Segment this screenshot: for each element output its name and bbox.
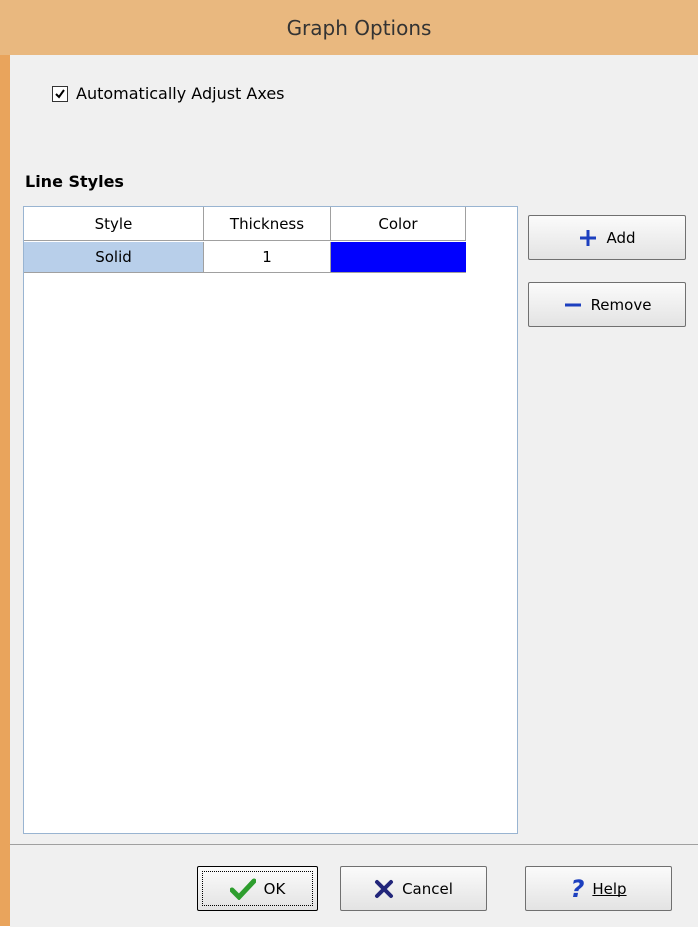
- help-button-label: Help: [592, 879, 627, 898]
- column-header-color[interactable]: Color: [331, 207, 466, 241]
- help-button[interactable]: ? Help: [525, 866, 672, 911]
- dialog-window: Graph Options Automatically Adjust Axes …: [0, 0, 698, 927]
- ok-button[interactable]: OK: [197, 866, 318, 911]
- cancel-button[interactable]: Cancel: [340, 866, 487, 911]
- x-icon: [374, 879, 394, 899]
- add-button-label: Add: [606, 228, 636, 247]
- cancel-button-label: Cancel: [402, 879, 453, 898]
- dialog-client-area: Automatically Adjust Axes Line Styles St…: [10, 55, 698, 927]
- question-mark-icon: ?: [570, 874, 585, 903]
- cell-thickness[interactable]: 1: [204, 242, 331, 273]
- column-header-style[interactable]: Style: [24, 207, 204, 241]
- remove-button-label: Remove: [590, 295, 652, 314]
- title-bar[interactable]: Graph Options: [0, 0, 698, 55]
- line-styles-label: Line Styles: [25, 172, 124, 191]
- window-title: Graph Options: [286, 15, 432, 40]
- cell-style[interactable]: Solid: [24, 242, 204, 273]
- button-bar: OK Cancel ? Help: [10, 844, 698, 927]
- grid-header: Style Thickness Color: [24, 207, 517, 242]
- checkmark-icon: [55, 88, 65, 99]
- plus-icon: [578, 228, 598, 248]
- auto-adjust-checkbox[interactable]: [52, 85, 68, 102]
- remove-button[interactable]: Remove: [528, 282, 686, 327]
- auto-adjust-option[interactable]: Automatically Adjust Axes: [52, 84, 285, 103]
- line-styles-grid[interactable]: Style Thickness Color Solid 1: [23, 206, 518, 834]
- cell-color-swatch[interactable]: [331, 242, 466, 273]
- table-row[interactable]: Solid 1: [24, 242, 517, 273]
- minus-icon: [563, 295, 583, 315]
- auto-adjust-label: Automatically Adjust Axes: [76, 84, 285, 103]
- focus-rectangle: [202, 871, 313, 906]
- add-button[interactable]: Add: [528, 215, 686, 260]
- column-header-thickness[interactable]: Thickness: [204, 207, 331, 241]
